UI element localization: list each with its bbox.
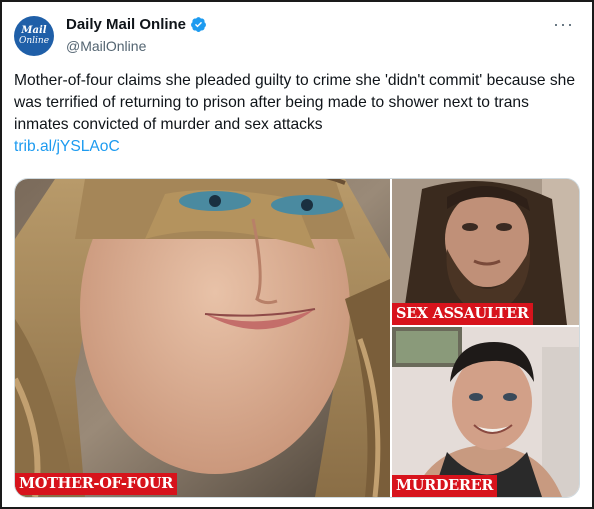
author-handle[interactable]: @MailOnline: [66, 38, 146, 54]
caption-murderer: MURDERER: [392, 475, 498, 497]
smiling-man-image: [392, 327, 579, 497]
woman-portrait-image: [15, 179, 390, 497]
verified-badge-icon: [191, 17, 206, 32]
more-options-icon[interactable]: ···: [553, 14, 574, 35]
tweet-card: Mail Online Daily Mail Online @MailOnlin…: [0, 0, 594, 509]
photo-murderer[interactable]: MURDERER: [392, 327, 579, 497]
author-row: Daily Mail Online: [66, 16, 207, 33]
author-name[interactable]: Daily Mail Online: [66, 16, 186, 33]
tweet-text: Mother-of-four claims she pleaded guilty…: [14, 70, 584, 158]
tweet-link[interactable]: trib.al/jYSLAoC: [14, 136, 584, 158]
avatar-line1: Mail: [21, 25, 47, 36]
tweet-body: Mother-of-four claims she pleaded guilty…: [14, 72, 576, 133]
photo-mother-of-four[interactable]: MOTHER-OF-FOUR: [15, 179, 390, 497]
caption-mother-of-four: MOTHER-OF-FOUR: [15, 473, 178, 495]
media-grid[interactable]: MOTHER-OF-FOUR SEX ASSAULTER MURDERER: [14, 178, 580, 498]
photo-sex-assaulter[interactable]: SEX ASSAULTER: [392, 179, 579, 325]
avatar[interactable]: Mail Online: [14, 16, 54, 56]
caption-sex-assaulter: SEX ASSAULTER: [392, 303, 533, 325]
avatar-line2: Online: [18, 36, 50, 46]
